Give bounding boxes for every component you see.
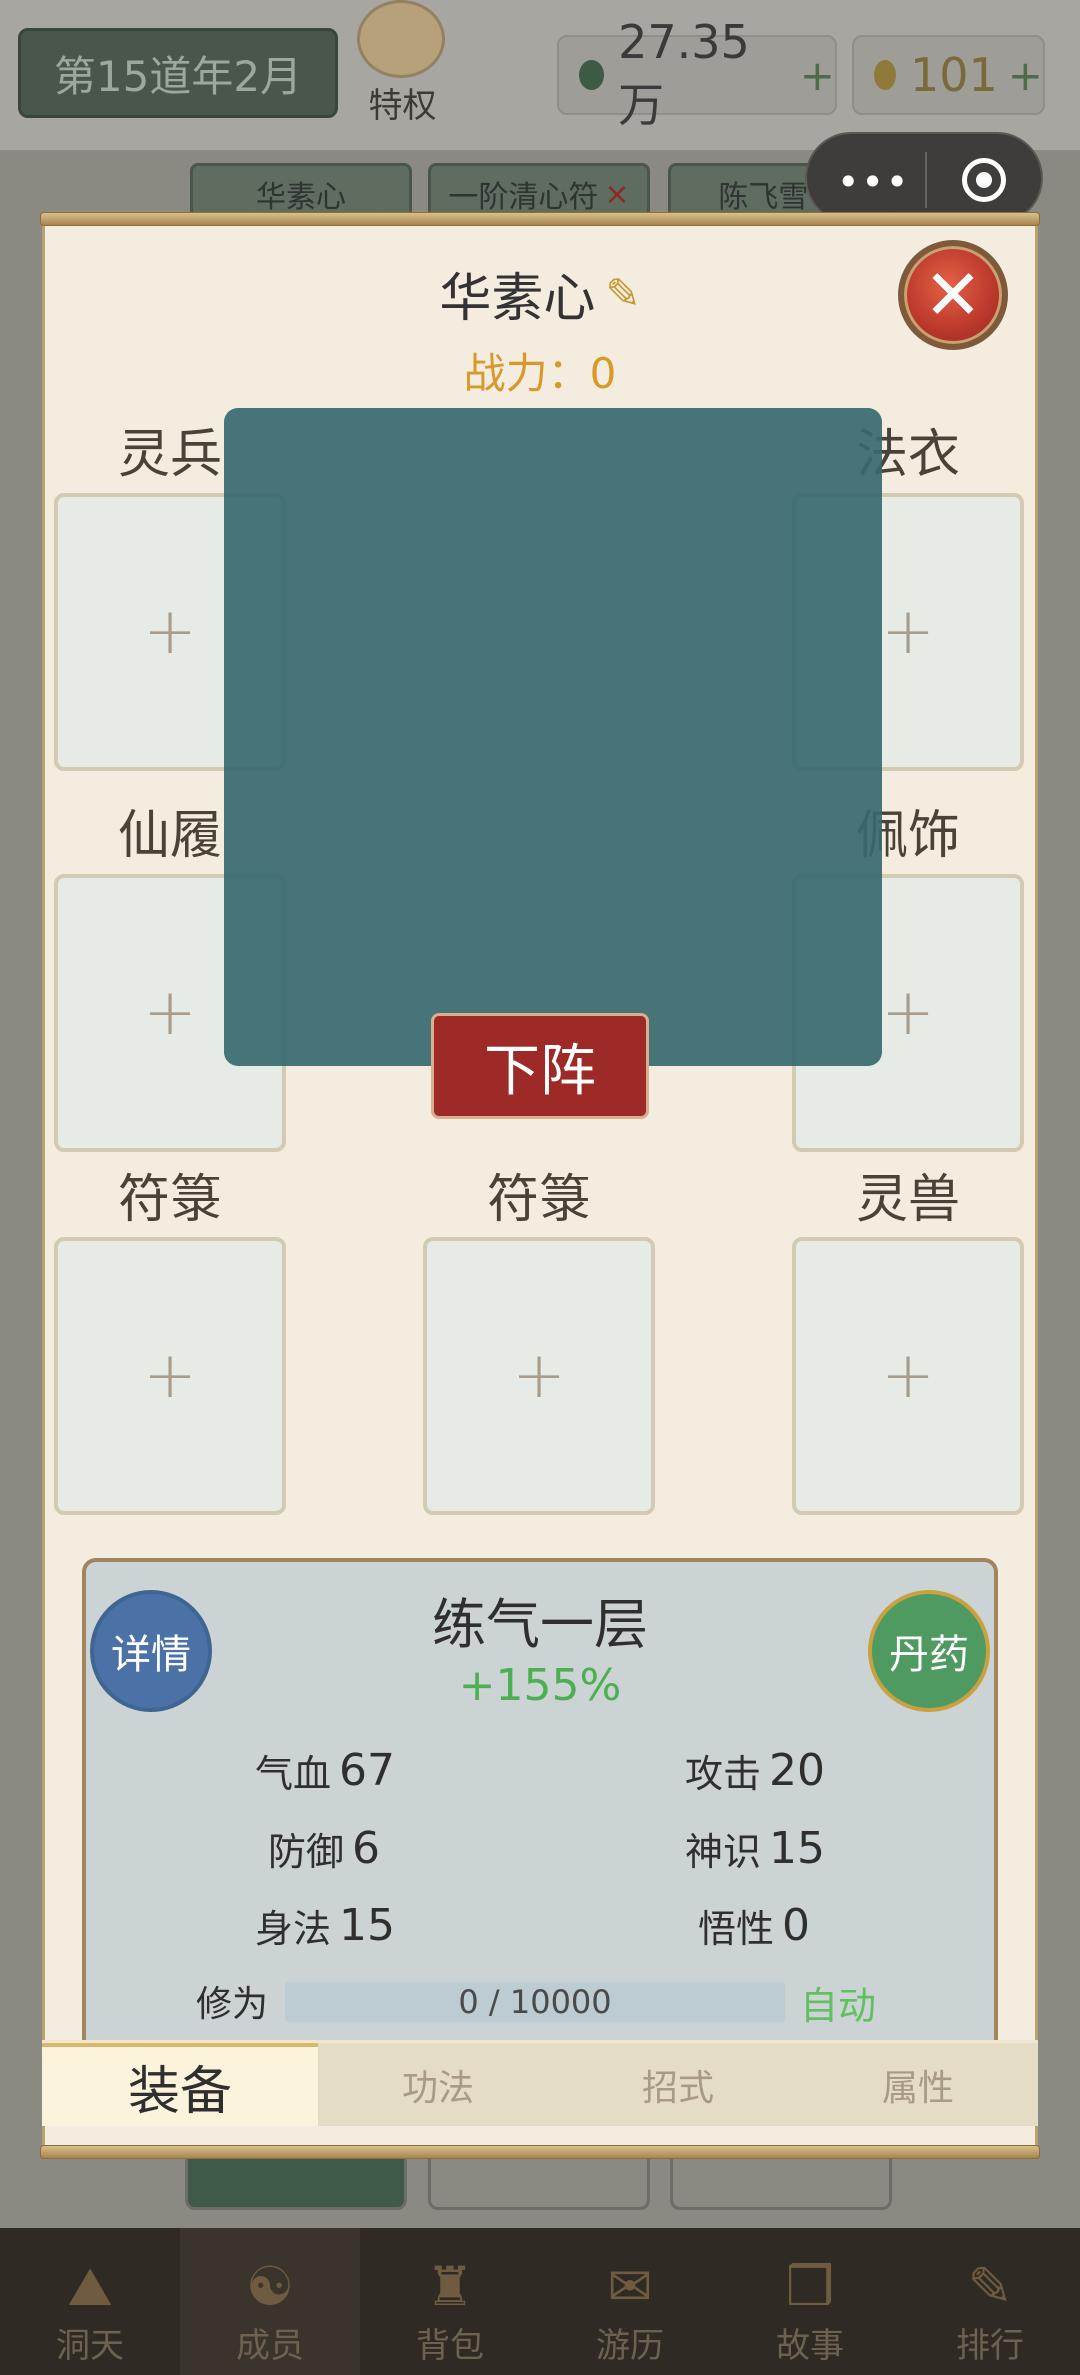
add-icon: + — [881, 976, 935, 1050]
stat-value: 0 — [782, 1899, 811, 1951]
add-icon: + — [143, 976, 197, 1050]
tab-techniques[interactable]: 功法 — [318, 2043, 558, 2126]
stat-value: 15 — [769, 1822, 826, 1874]
add-icon: + — [881, 1339, 935, 1413]
auto-cultivate-toggle[interactable]: 自动 — [800, 1975, 900, 2030]
nav-label: 故事 — [776, 2326, 844, 2366]
slot-label-talisman-1: 符箓 — [117, 1170, 222, 1230]
nav-travel[interactable]: ✉ 游历 — [540, 2228, 720, 2375]
bottom-nav: ⛰ 洞天 ☯ 成员 ♜ 背包 ✉ 游历 ❒ 故事 ✎ 排行 — [0, 2228, 1080, 2375]
nav-label: 游历 — [596, 2326, 664, 2366]
stat-agility: 身法 15 — [255, 1895, 395, 1955]
tab-equipment[interactable]: 装备 — [42, 2043, 318, 2126]
add-icon: + — [881, 595, 935, 669]
scroll-icon: ✎ — [967, 2255, 1013, 2318]
stat-value: 20 — [769, 1744, 826, 1796]
spirit-stone-counter[interactable]: 27.35万 + — [557, 15, 837, 132]
cultivation-realm: 练气一层 — [432, 1593, 648, 1656]
nav-cave[interactable]: ⛰ 洞天 — [0, 2228, 180, 2375]
nav-rank[interactable]: ✎ 排行 — [900, 2228, 1080, 2375]
nav-label: 排行 — [956, 2326, 1024, 2366]
mini-program-capsule[interactable]: ••• — [805, 132, 1043, 224]
nav-label: 背包 — [416, 2326, 484, 2366]
scroll-rod-bottom — [40, 2145, 1040, 2159]
nav-story[interactable]: ❒ 故事 — [720, 2228, 900, 2375]
stat-value: 15 — [339, 1899, 396, 1951]
slot-beast[interactable]: + — [792, 1237, 1024, 1515]
combat-power: 战力：0 — [463, 349, 617, 398]
character-name[interactable]: 华素心 ✎ — [340, 258, 740, 329]
gold-value: 101 — [909, 48, 998, 102]
close-dialog-button[interactable]: ✕ — [898, 240, 1008, 350]
nav-bag[interactable]: ♜ 背包 — [360, 2228, 540, 2375]
spirit-stone-icon — [579, 60, 605, 90]
add-icon: + — [143, 1339, 197, 1413]
slot-label-talisman-2: 符箓 — [486, 1170, 591, 1230]
elixir-button[interactable]: 丹药 — [868, 1590, 990, 1712]
realm-bonus: +155% — [458, 1660, 622, 1711]
slot-talisman-1[interactable]: + — [54, 1237, 286, 1515]
stat-insight: 悟性 0 — [698, 1895, 810, 1955]
stat-defense: 防御 6 — [268, 1818, 380, 1878]
stat-label: 神识 — [685, 1829, 762, 1874]
cultivation-label: 修为 — [196, 1984, 269, 2025]
tab-attributes[interactable]: 属性 — [798, 2043, 1038, 2126]
gold-icon — [874, 60, 896, 90]
bag-icon: ♜ — [425, 2255, 475, 2318]
stat-hp: 气血 67 — [255, 1740, 395, 1800]
members-icon: ☯ — [245, 2255, 295, 2318]
bg-tab-label: 一阶清心符 — [448, 180, 599, 215]
nav-label: 成员 — [236, 2326, 304, 2366]
tab-close-icon[interactable]: × — [604, 177, 629, 212]
slot-label-beast: 灵兽 — [855, 1170, 960, 1230]
character-name-text: 华素心 — [439, 268, 596, 329]
spirit-stone-value: 27.35万 — [618, 15, 750, 132]
cultivation-value: 0 / 10000 — [458, 1983, 612, 2021]
cultivation-progress-bar: 0 / 10000 — [285, 1982, 785, 2022]
dialog-tab-bar: 装备 功法 招式 属性 — [42, 2040, 1038, 2126]
close-program-icon[interactable] — [962, 158, 1006, 202]
unassign-button[interactable]: 下阵 — [431, 1013, 649, 1119]
close-icon: ✕ — [923, 254, 983, 336]
bg-tab-label: 华素心 — [256, 180, 346, 215]
slot-talisman-2[interactable]: + — [423, 1237, 655, 1515]
more-icon[interactable]: ••• — [837, 160, 910, 204]
map-icon: ✉ — [607, 2255, 653, 2318]
details-button[interactable]: 详情 — [90, 1590, 212, 1712]
gold-add[interactable]: + — [1008, 51, 1043, 100]
mountain-icon: ⛰ — [67, 2255, 113, 2318]
spirit-stone-add[interactable]: + — [800, 51, 835, 100]
stat-label: 悟性 — [698, 1906, 775, 1951]
stat-label: 防御 — [268, 1829, 345, 1874]
add-icon: + — [143, 595, 197, 669]
gold-counter[interactable]: 101 + — [852, 35, 1045, 115]
stat-value: 67 — [339, 1744, 396, 1796]
game-date: 第15道年2月 — [18, 28, 338, 118]
stat-spirit-sense: 神识 15 — [685, 1818, 825, 1878]
privilege-badge-icon[interactable] — [357, 0, 445, 78]
stat-label: 身法 — [255, 1906, 332, 1951]
add-icon: + — [512, 1339, 566, 1413]
capsule-divider — [925, 152, 927, 208]
edit-pencil-icon[interactable]: ✎ — [605, 269, 640, 318]
stat-label: 气血 — [255, 1751, 332, 1796]
book-icon: ❒ — [785, 2255, 835, 2318]
stat-value: 6 — [352, 1822, 381, 1874]
nav-members[interactable]: ☯ 成员 — [180, 2228, 360, 2375]
stat-label: 攻击 — [685, 1751, 762, 1796]
privilege-label[interactable]: 特权 — [340, 78, 465, 128]
tab-moves[interactable]: 招式 — [558, 2043, 798, 2126]
bg-tab-label: 陈飞雪 — [718, 180, 809, 215]
scroll-rod-top — [40, 212, 1040, 226]
nav-label: 洞天 — [56, 2326, 124, 2366]
character-portrait — [224, 408, 882, 1066]
stat-attack: 攻击 20 — [685, 1740, 825, 1800]
